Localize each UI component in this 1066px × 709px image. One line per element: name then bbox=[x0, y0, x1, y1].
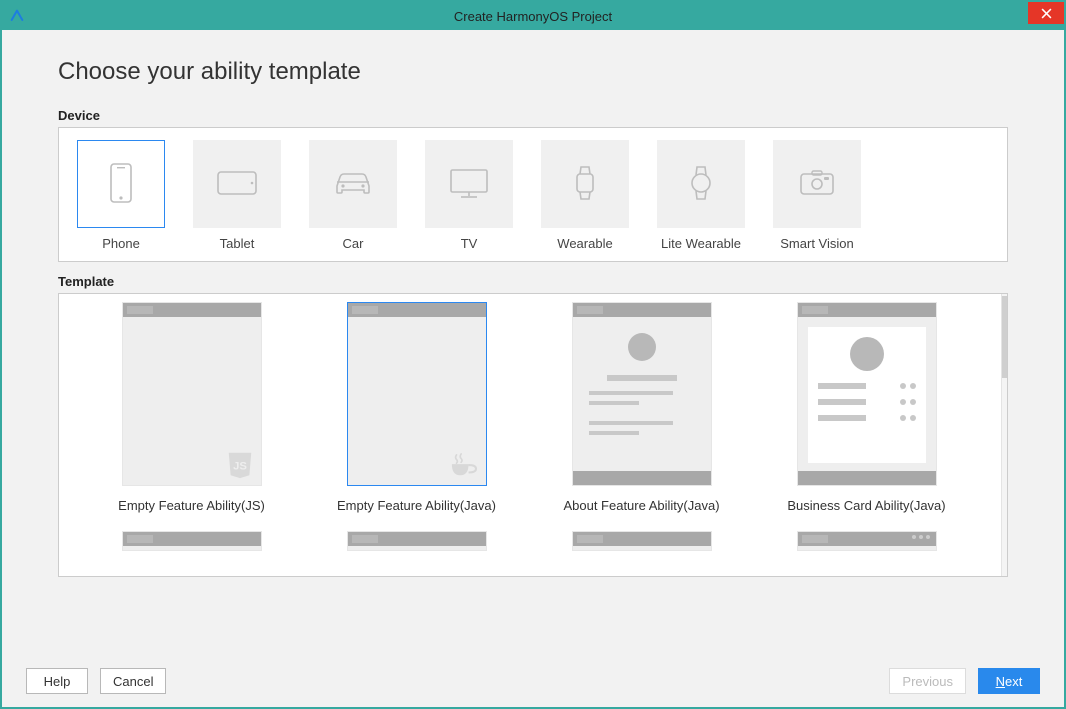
device-option-smart-vision[interactable]: Smart Vision bbox=[773, 140, 861, 251]
tablet-icon bbox=[217, 168, 257, 201]
template-preview bbox=[573, 317, 711, 441]
app-logo-icon bbox=[8, 7, 26, 25]
device-label: Tablet bbox=[220, 236, 255, 251]
wearable-icon bbox=[572, 164, 598, 205]
scrollbar-thumb[interactable] bbox=[1002, 296, 1007, 378]
template-option-empty-js[interactable]: JS Empty Feature Ability(JS) bbox=[81, 302, 302, 513]
phone-icon bbox=[109, 163, 133, 206]
template-label: Empty Feature Ability(Java) bbox=[337, 498, 496, 513]
template-section-label: Template bbox=[58, 274, 1008, 289]
device-label: Car bbox=[343, 236, 364, 251]
window-title: Create HarmonyOS Project bbox=[2, 9, 1064, 24]
template-scrollbar[interactable] bbox=[1001, 294, 1007, 576]
js-badge-icon: JS bbox=[225, 449, 255, 479]
device-list: Phone Tablet Car bbox=[77, 140, 989, 251]
cancel-button[interactable]: Cancel bbox=[100, 668, 166, 694]
device-section-label: Device bbox=[58, 108, 1008, 123]
lite-wearable-icon bbox=[688, 164, 714, 205]
device-label: Phone bbox=[102, 236, 140, 251]
template-option-more-4[interactable] bbox=[756, 531, 977, 551]
close-button[interactable] bbox=[1028, 2, 1064, 24]
device-label: Lite Wearable bbox=[661, 236, 741, 251]
device-option-car[interactable]: Car bbox=[309, 140, 397, 251]
device-option-phone[interactable]: Phone bbox=[77, 140, 165, 251]
page-title: Choose your ability template bbox=[58, 58, 1008, 86]
help-button[interactable]: Help bbox=[26, 668, 88, 694]
previous-button: Previous bbox=[889, 668, 966, 694]
device-option-tv[interactable]: TV bbox=[425, 140, 513, 251]
template-label: Business Card Ability(Java) bbox=[787, 498, 945, 513]
template-label: About Feature Ability(Java) bbox=[563, 498, 719, 513]
template-option-empty-java[interactable]: Empty Feature Ability(Java) bbox=[306, 302, 527, 513]
java-coffee-icon bbox=[448, 453, 478, 479]
template-label: Empty Feature Ability(JS) bbox=[118, 498, 265, 513]
device-option-wearable[interactable]: Wearable bbox=[541, 140, 629, 251]
template-option-more-2[interactable] bbox=[306, 531, 527, 551]
device-option-tablet[interactable]: Tablet bbox=[193, 140, 281, 251]
device-label: Smart Vision bbox=[780, 236, 853, 251]
dialog-body: Choose your ability template Device Phon… bbox=[2, 30, 1064, 577]
device-section: Phone Tablet Car bbox=[58, 127, 1008, 262]
device-label: TV bbox=[461, 236, 478, 251]
svg-text:JS: JS bbox=[233, 461, 247, 473]
template-list: JS Empty Feature Ability(JS) bbox=[59, 294, 999, 551]
next-button[interactable]: Next bbox=[978, 668, 1040, 694]
smart-vision-icon bbox=[798, 168, 836, 201]
device-label: Wearable bbox=[557, 236, 612, 251]
tv-icon bbox=[449, 167, 489, 202]
template-option-more-1[interactable] bbox=[81, 531, 302, 551]
template-section: JS Empty Feature Ability(JS) bbox=[58, 293, 1008, 577]
car-icon bbox=[332, 168, 374, 201]
titlebar: Create HarmonyOS Project bbox=[2, 2, 1064, 30]
template-option-about-java[interactable]: About Feature Ability(Java) bbox=[531, 302, 752, 513]
dialog-footer: Help Cancel Previous Next bbox=[2, 655, 1064, 707]
template-option-more-3[interactable] bbox=[531, 531, 752, 551]
template-preview bbox=[798, 317, 936, 463]
template-option-business-card-java[interactable]: Business Card Ability(Java) bbox=[756, 302, 977, 513]
device-option-lite-wearable[interactable]: Lite Wearable bbox=[657, 140, 745, 251]
